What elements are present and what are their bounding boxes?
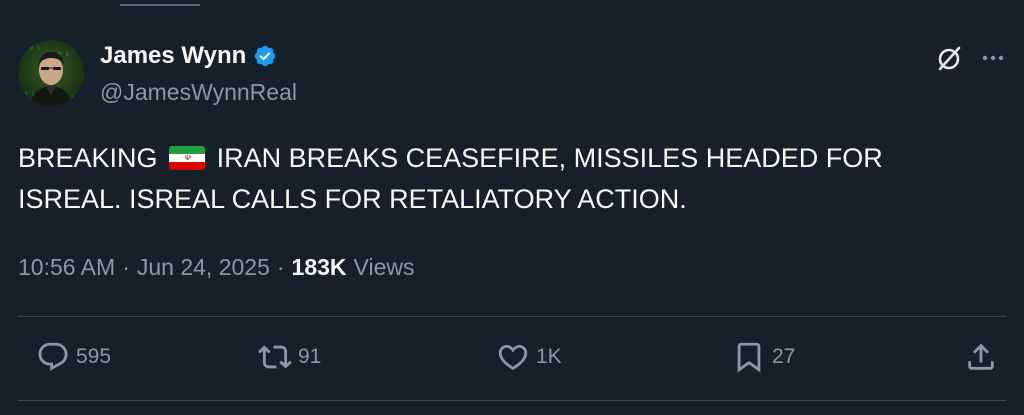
repost-button[interactable]: 91 — [258, 340, 321, 374]
tweet-text: BREAKING ☫ IRAN BREAKS CEASEFIRE, MISSIL… — [18, 138, 978, 220]
more-options-icon[interactable] — [978, 44, 1008, 74]
svg-text:1 0 1: 1 0 1 — [22, 45, 40, 52]
like-button[interactable]: 1K — [496, 340, 562, 374]
tweet-date[interactable]: Jun 24, 2025 — [137, 254, 270, 281]
avatar[interactable]: 1 0 10 1 0 1 11 0 — [18, 40, 84, 106]
tweet-card: 1 0 10 1 0 1 11 0 James Wynn @JamesWynnR… — [0, 0, 1024, 415]
reply-button[interactable]: 595 — [36, 340, 111, 374]
heart-icon — [498, 344, 528, 370]
divider — [18, 316, 1006, 317]
tweet-meta: 10:56 AM · Jun 24, 2025 · 183K Views — [18, 254, 414, 281]
repost-count: 91 — [298, 345, 322, 368]
tweet-time[interactable]: 10:56 AM — [18, 254, 115, 281]
iran-flag-icon: ☫ — [169, 145, 206, 170]
tweet-text-lead: BREAKING — [18, 143, 158, 173]
views-count[interactable]: 183K — [292, 254, 347, 281]
meta-separator: · — [276, 254, 285, 280]
author-display-name[interactable]: James Wynn — [100, 42, 246, 70]
bookmark-count: 27 — [772, 345, 796, 368]
share-button[interactable] — [964, 340, 998, 374]
bookmark-icon — [737, 342, 761, 373]
reply-count: 595 — [76, 345, 112, 368]
previous-content-edge — [120, 0, 200, 6]
like-count: 1K — [536, 345, 562, 368]
views-label[interactable]: Views — [354, 254, 415, 281]
avatar-image: 1 0 10 1 0 1 11 0 — [22, 45, 75, 106]
grok-icon[interactable] — [934, 44, 964, 74]
meta-separator: · — [122, 254, 130, 280]
author-name-row[interactable]: James Wynn — [100, 42, 277, 70]
repost-icon — [258, 345, 292, 369]
share-icon — [968, 343, 994, 370]
reply-icon — [38, 342, 68, 371]
verified-badge-icon — [255, 45, 276, 67]
divider — [18, 400, 1006, 401]
bookmark-button[interactable]: 27 — [732, 340, 795, 374]
author-handle[interactable]: @JamesWynnReal — [100, 79, 297, 106]
